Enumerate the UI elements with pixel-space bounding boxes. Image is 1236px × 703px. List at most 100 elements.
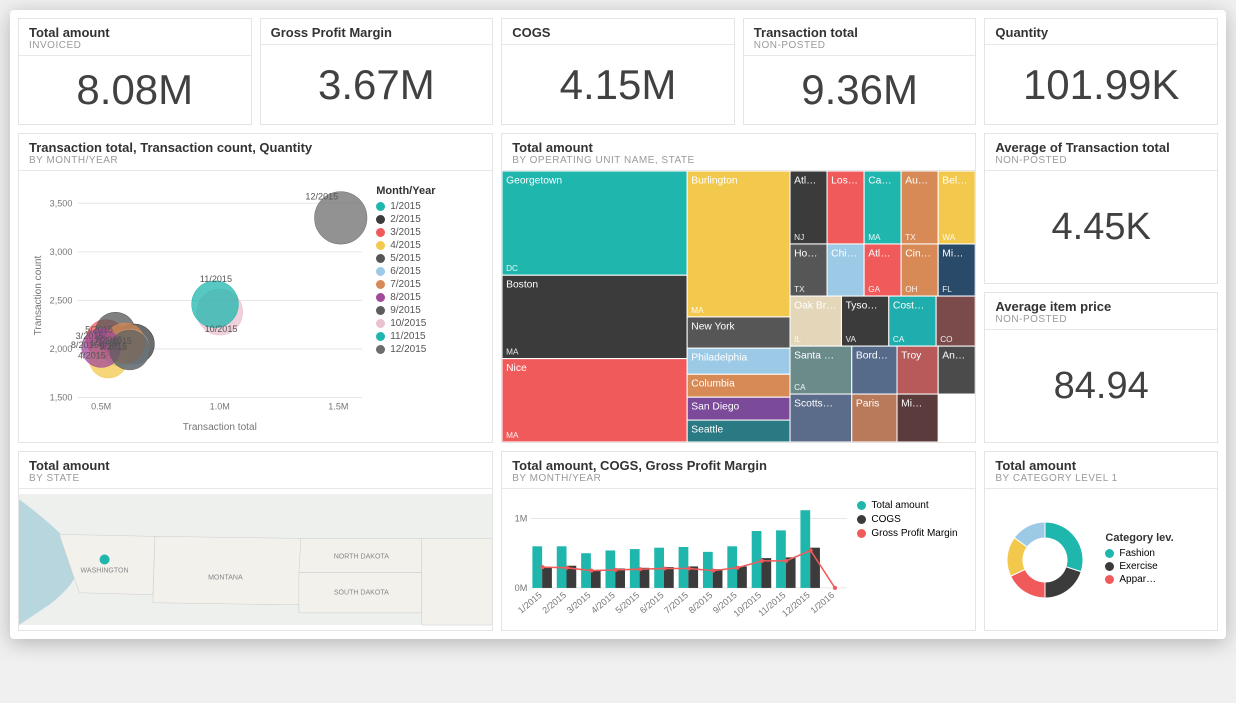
svg-text:2,000: 2,000 <box>50 344 73 354</box>
legend-item[interactable]: 9/2015 <box>376 305 478 316</box>
svg-text:Burlington: Burlington <box>691 175 738 186</box>
svg-text:Troy: Troy <box>901 351 922 362</box>
svg-text:3,000: 3,000 <box>50 247 73 257</box>
legend-item[interactable]: 5/2015 <box>376 253 478 264</box>
tile-map[interactable]: Total amount BY STATE WASHINGTON MONTANA… <box>18 451 493 631</box>
svg-text:Tyso…: Tyso… <box>846 301 878 312</box>
svg-text:Nice: Nice <box>506 363 527 374</box>
svg-text:Boston: Boston <box>506 280 538 291</box>
chart-subtitle: BY CATEGORY LEVEL 1 <box>995 473 1207 484</box>
legend-item[interactable]: 12/2015 <box>376 344 478 355</box>
kpi-tile-cogs[interactable]: COGS 4.15M <box>501 18 735 125</box>
chart-subtitle: BY MONTH/YEAR <box>512 473 965 484</box>
svg-text:MA: MA <box>506 347 519 356</box>
svg-text:TX: TX <box>905 233 916 242</box>
kpi-title: Gross Profit Margin <box>271 25 483 40</box>
svg-text:Seattle: Seattle <box>691 425 723 436</box>
svg-text:Transaction count: Transaction count <box>33 255 44 335</box>
svg-text:Mi…: Mi… <box>942 248 963 259</box>
kpi-title: Quantity <box>995 25 1207 40</box>
legend-fashion: Fashion <box>1119 548 1155 559</box>
combo-chart-area[interactable]: 0M1M1/20152/20153/20154/20155/20156/2015… <box>506 491 851 628</box>
chart-title: Total amount <box>995 458 1207 473</box>
svg-text:0.5M: 0.5M <box>91 402 111 412</box>
svg-text:11/2015: 11/2015 <box>200 274 232 284</box>
kpi-title: Total amount <box>29 25 241 40</box>
kpi-value: 4.15M <box>560 61 677 109</box>
legend-item[interactable]: 10/2015 <box>376 318 478 329</box>
kpi-value: 3.67M <box>318 61 435 109</box>
chart-title: Total amount <box>29 458 482 473</box>
map-label-wa: WASHINGTON <box>81 568 129 575</box>
kpi-tile-quantity[interactable]: Quantity 101.99K <box>984 18 1218 125</box>
svg-text:8/2015: 8/2015 <box>687 590 715 616</box>
svg-text:2/2015: 2/2015 <box>541 590 569 616</box>
svg-text:CO: CO <box>940 335 953 344</box>
chart-subtitle: BY STATE <box>29 473 482 484</box>
svg-text:MA: MA <box>506 431 519 440</box>
donut-chart-area[interactable] <box>995 510 1095 610</box>
kpi-tile-gross-profit-margin[interactable]: Gross Profit Margin 3.67M <box>260 18 494 125</box>
kpi-subtitle: INVOICED <box>29 40 241 51</box>
legend-apparel: Appar… <box>1119 574 1156 585</box>
legend-item[interactable]: 11/2015 <box>376 331 478 342</box>
legend-cogs: COGS <box>871 514 900 525</box>
legend-item[interactable]: 2/2015 <box>376 214 478 225</box>
svg-text:12/2015: 12/2015 <box>305 192 338 202</box>
svg-text:Cin…: Cin… <box>905 248 931 259</box>
tile-bubble-chart[interactable]: Transaction total, Transaction count, Qu… <box>18 133 493 443</box>
svg-text:Ca…: Ca… <box>868 175 891 186</box>
svg-text:Philadelphia: Philadelphia <box>691 353 747 364</box>
svg-text:Paris: Paris <box>856 399 879 410</box>
svg-text:WA: WA <box>942 233 955 242</box>
svg-text:VA: VA <box>846 335 857 344</box>
legend-total: Total amount <box>871 500 928 511</box>
legend-item[interactable]: 3/2015 <box>376 227 478 238</box>
svg-text:5/2015: 5/2015 <box>85 324 113 334</box>
kpi-value: 84.94 <box>1054 365 1149 408</box>
map-canvas[interactable]: WASHINGTON MONTANA NORTH DAKOTA SOUTH DA… <box>19 489 492 630</box>
map-label-mt: MONTANA <box>208 575 243 582</box>
svg-text:4/2015: 4/2015 <box>589 590 617 616</box>
legend-title: Category lev. <box>1105 532 1173 544</box>
svg-text:5/2015: 5/2015 <box>614 590 642 616</box>
legend-item[interactable]: 1/2015 <box>376 201 478 212</box>
kpi-tile-avg-transaction-total[interactable]: Average of Transaction total NON-POSTED … <box>984 133 1218 284</box>
kpi-value: 4.45K <box>1052 206 1151 249</box>
legend-item[interactable]: 6/2015 <box>376 266 478 277</box>
svg-text:New York: New York <box>691 321 735 332</box>
svg-text:1/2015: 1/2015 <box>516 590 544 616</box>
legend-item[interactable]: 7/2015 <box>376 279 478 290</box>
chart-subtitle: BY OPERATING UNIT NAME, STATE <box>512 155 965 166</box>
bubble-chart-area[interactable]: 1,5002,0002,5003,0003,5000.5M1.0M1.5MTra… <box>29 181 372 438</box>
tile-treemap[interactable]: Total amount BY OPERATING UNIT NAME, STA… <box>501 133 976 443</box>
svg-text:MA: MA <box>691 306 704 315</box>
svg-text:Atl…: Atl… <box>794 175 816 186</box>
kpi-tile-transaction-total[interactable]: Transaction total NON-POSTED 9.36M <box>743 18 977 125</box>
tile-donut[interactable]: Total amount BY CATEGORY LEVEL 1 Categor… <box>984 451 1218 631</box>
svg-text:Bel…: Bel… <box>942 175 967 186</box>
map-label-sd: SOUTH DAKOTA <box>334 590 389 597</box>
svg-text:3/2015: 3/2015 <box>565 590 593 616</box>
svg-text:Cost…: Cost… <box>893 301 924 312</box>
svg-text:San Diego: San Diego <box>691 402 739 413</box>
kpi-tile-avg-item-price[interactable]: Average item price NON-POSTED 84.94 <box>984 292 1218 443</box>
chart-title: Total amount, COGS, Gross Profit Margin <box>512 458 965 473</box>
kpi-tile-total-amount[interactable]: Total amount INVOICED 8.08M <box>18 18 252 125</box>
svg-text:Au…: Au… <box>905 175 928 186</box>
svg-text:CA: CA <box>893 335 905 344</box>
svg-text:Bord…: Bord… <box>856 351 888 362</box>
svg-text:1.0M: 1.0M <box>210 402 230 412</box>
svg-text:9/2015: 9/2015 <box>99 342 127 352</box>
svg-text:1M: 1M <box>515 514 528 524</box>
svg-text:An…: An… <box>942 351 965 362</box>
kpi-value: 8.08M <box>76 66 193 114</box>
legend-item[interactable]: 8/2015 <box>376 292 478 303</box>
svg-text:6/2015: 6/2015 <box>638 590 666 616</box>
tile-combo-chart[interactable]: Total amount, COGS, Gross Profit Margin … <box>501 451 976 631</box>
kpi-title: Transaction total <box>754 25 966 40</box>
svg-text:OH: OH <box>905 285 917 294</box>
kpi-title: Average item price <box>995 299 1207 314</box>
bubble-legend: Month/Year 1/20152/20153/20154/20155/201… <box>372 181 482 438</box>
legend-item[interactable]: 4/2015 <box>376 240 478 251</box>
